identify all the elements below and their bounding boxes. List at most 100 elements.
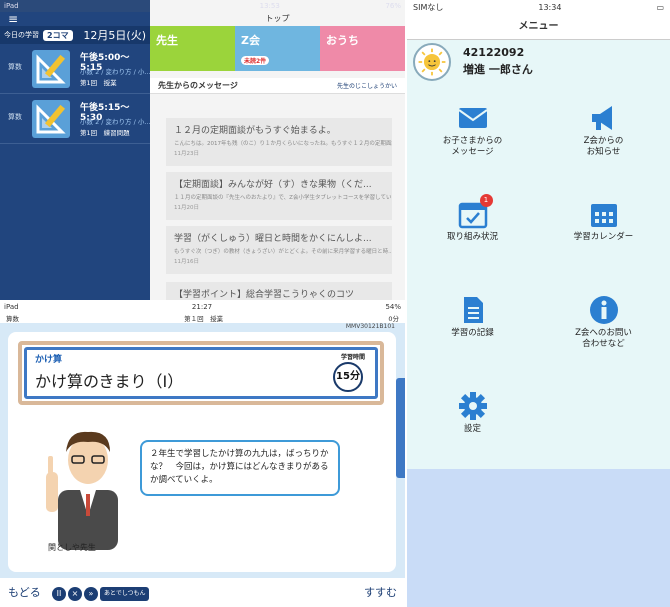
message-item[interactable]: 【学習ポイント】総合学習こうりゃくのコツ [166, 282, 392, 300]
menu-grid: お子さまからの メッセージ Z会からの お知らせ 1 取り組み状況 学習カレンダ… [407, 84, 670, 469]
message-item-date: 11月16日 [174, 259, 199, 265]
top-screen: iPad ≡ 今日の学習 2コマ 12月5日(火) 算数 午後5:00〜5:15… [0, 0, 405, 300]
lesson-subject: 算数 [8, 63, 22, 71]
status-carrier: SIMなし [413, 2, 444, 12]
message-item-body: １１月の定期面談の『先生へのおたより』で、Z会小学生タブレットコースを学習してい… [174, 195, 392, 201]
message-item-body: こんにちは。2017年も残（のこ）り１か月くらいになったね。もうすぐ１２月の定期… [174, 141, 392, 147]
page-title: トップ [150, 12, 405, 26]
pause-icon[interactable]: II [52, 587, 66, 601]
banner-row: 先生 Z会 未読2件 おうち [150, 26, 405, 71]
calendar-icon [590, 204, 617, 227]
status-battery: 76% [385, 2, 401, 10]
menu-item-label: 取り組み状況 [446, 232, 498, 242]
lesson-unit: 小数 2 / 変わり方 / 小... [80, 118, 151, 126]
teacher-name: 関としや先生 [48, 543, 96, 552]
message-item[interactable]: 学習（がくしゅう）曜日と時間をかくにんしよ... もうすぐ次（つぎ）の教材（きょ… [166, 226, 392, 274]
speech-bubble: ２年生で学習したかけ算の九九は，ばっちりかな？ 今回は，かけ算にはどんなきまりが… [140, 440, 340, 496]
menu-item-progress[interactable]: 1 取り組み状況 [407, 180, 538, 276]
menu-item-zkai-news[interactable]: Z会からの お知らせ [538, 84, 669, 180]
today-label: 今日の学習 [4, 31, 39, 39]
hamburger-icon[interactable]: ≡ [0, 12, 150, 26]
battery-icon: ▭ [656, 2, 664, 12]
lesson-number: 第1回 練習問題 [80, 129, 130, 137]
lesson-item[interactable]: 算数 午後5:15〜5:30 小数 2 / 変わり方 / 小... 第1回 練習… [0, 94, 151, 144]
status-time: 21:27 [191, 303, 213, 311]
sun-avatar-icon [413, 43, 451, 81]
message-item-date: 11月20日 [174, 205, 199, 211]
lesson-subject: 算数 [8, 113, 22, 121]
teacher-illustration [46, 431, 118, 550]
study-time-value: 15分 [336, 371, 360, 382]
lesson-title: かけ算のきまり（Ⅰ） [35, 372, 184, 391]
lesson-screen: iPad 21:27 54% 算数 第１回 授業 0分 MMV30121B101… [0, 302, 405, 607]
ask-later-button[interactable]: あとでしつもん [100, 587, 150, 601]
calendar-check-icon: 1 [457, 194, 493, 230]
empty-area [407, 469, 670, 607]
status-bar: 13:53 76% [150, 0, 405, 12]
status-battery: 54% [385, 303, 401, 311]
menu-item-study-calendar[interactable]: 学習カレンダー [538, 180, 669, 276]
unread-badge: 未読2件 [241, 56, 270, 65]
message-item[interactable]: 【定期面談】みんなが好（す）きな果物（くだ... １１月の定期面談の『先生へのお… [166, 172, 392, 220]
title-frame: かけ算 かけ算のきまり（Ⅰ） 学習時間 15分 [18, 341, 384, 405]
menu-item-child-message[interactable]: お子さまからの メッセージ [407, 84, 538, 180]
koma-badge: 2コマ [43, 29, 73, 41]
status-bar: iPad [0, 0, 150, 12]
menu-item-study-record[interactable]: 学習の記録 [407, 276, 538, 372]
status-bar: SIMなし 13:34 ▭ [407, 0, 670, 14]
envelope-icon [457, 108, 488, 128]
message-item-date: 11月23日 [174, 151, 199, 157]
lesson-footer: もどる II × » あとでしつもん すすむ [0, 578, 405, 607]
lesson-item[interactable]: 算数 午後5:00〜5:15 小数 2 / 変わり方 / 小... 第1回 授業 [0, 44, 151, 94]
ruler-icon [32, 100, 70, 138]
lesson-number: 第1回 授業 [80, 79, 117, 87]
study-time-label: 学習時間 [340, 354, 365, 361]
user-id: 42122092 [463, 46, 525, 59]
lesson-unit: 小数 2 / 変わり方 / 小... [80, 68, 151, 76]
back-button[interactable]: もどる [0, 578, 49, 607]
document-icon [463, 297, 483, 323]
message-item[interactable]: １２月の定期面談がもうすぐ始まるよ。 こんにちは。2017年も残（のこ）り１か月… [166, 118, 392, 166]
menu-item-label: Z会へのお問い 合わせなど [575, 328, 632, 349]
status-time: 13:34 [538, 2, 562, 12]
ruler-icon [32, 50, 70, 88]
menu-item-contact[interactable]: Z会へのお問い 合わせなど [538, 276, 669, 372]
message-header: 先生からのメッセージ 先生のじこしょうかい [150, 78, 405, 94]
next-button[interactable]: すすむ [356, 578, 405, 607]
forward-icon[interactable]: » [84, 587, 98, 601]
banner-home[interactable]: おうち [320, 26, 405, 71]
nav-title: メニュー [407, 14, 670, 40]
banner-teacher[interactable]: 先生 [150, 26, 235, 71]
side-panel-tab[interactable] [396, 378, 405, 478]
message-title: 先生からのメッセージ [158, 81, 238, 90]
banner-label: おうち [326, 34, 359, 47]
gear-icon [458, 392, 487, 420]
menu-item-label: お子さまからの メッセージ [442, 136, 503, 157]
status-time: 13:53 [259, 2, 280, 10]
title-inner: かけ算 かけ算のきまり（Ⅰ） 学習時間 15分 [24, 347, 378, 399]
info-icon [589, 296, 618, 324]
clock-icon: 15分 [333, 362, 363, 392]
teacher-intro-link[interactable]: 先生のじこしょうかい [337, 81, 397, 90]
menu-item-label: 学習カレンダー [573, 232, 634, 242]
lesson-session: 第１回 授業 [184, 314, 224, 323]
banner-zkai[interactable]: Z会 未読2件 [235, 26, 320, 71]
menu-item-label: 学習の記録 [451, 328, 494, 338]
lesson-card: かけ算 かけ算のきまり（Ⅰ） 学習時間 15分 関としや先生 ２年生で学習したか… [8, 332, 396, 572]
message-item-title: １２月の定期面談がもうすぐ始まるよ。 [174, 126, 336, 136]
notification-badge: 1 [479, 194, 493, 207]
message-item-title: 【定期面談】みんなが好（す）きな果物（くだ... [174, 180, 372, 190]
menu-item-label: 設定 [463, 424, 481, 434]
close-icon[interactable]: × [68, 587, 82, 601]
user-name: 増進 一郎さん [463, 63, 533, 76]
status-bar: iPad 21:27 54% [0, 302, 405, 312]
user-header: 42122092 増進 一郎さん [407, 40, 670, 84]
status-device: iPad [4, 2, 19, 10]
lesson-subject: 算数 [6, 314, 19, 323]
banner-label: 先生 [156, 34, 178, 47]
message-item-title: 学習（がくしゅう）曜日と時間をかくにんしよ... [174, 234, 372, 244]
lesson-category: かけ算 [35, 355, 63, 365]
menu-item-settings[interactable]: 設定 [407, 372, 538, 468]
today-date: 12月5日(火) [83, 29, 146, 42]
banner-label: Z会 [241, 34, 260, 47]
